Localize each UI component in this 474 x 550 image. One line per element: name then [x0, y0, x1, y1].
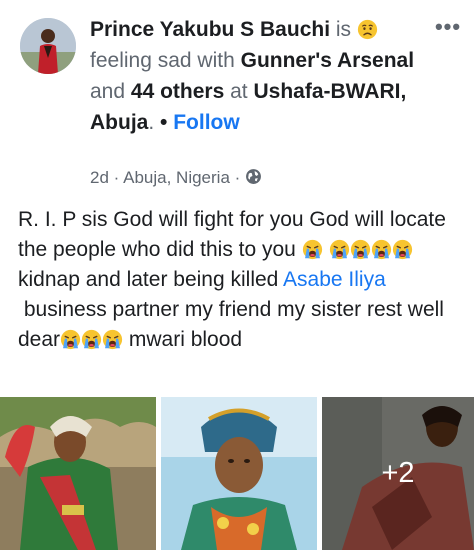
- post-meta: 2d · Abuja, Nigeria ·: [90, 166, 262, 190]
- loudly-crying-face-icon: [302, 239, 323, 260]
- feeling-text: feeling sad with: [90, 49, 235, 72]
- tagged-gunners-arsenal[interactable]: Gunner's Arsenal: [241, 49, 414, 72]
- loudly-crying-face-icon: [329, 239, 350, 260]
- more-photos-count: +2: [381, 457, 415, 489]
- photo-1[interactable]: [0, 397, 156, 550]
- mention-asabe-iliya[interactable]: Asabe Iliya: [283, 268, 386, 291]
- post-time[interactable]: 2d: [90, 168, 109, 187]
- photo-3[interactable]: +2: [322, 397, 474, 550]
- post-text-part4: mwari blood: [128, 328, 243, 351]
- post-place: Abuja, Nigeria: [123, 168, 230, 187]
- photo-grid: +2: [0, 397, 474, 550]
- more-options-label: •••: [434, 14, 462, 39]
- more-options-button[interactable]: •••: [432, 16, 464, 42]
- loudly-crying-face-icon: [81, 329, 102, 350]
- author-avatar[interactable]: [20, 18, 76, 74]
- post-body: R. I. P sis God will fight for you God w…: [18, 205, 458, 355]
- post-text-part2: kidnap and later being killed: [18, 268, 279, 291]
- more-photos-overlay[interactable]: +2: [322, 397, 474, 550]
- follow-button[interactable]: Follow: [173, 107, 240, 138]
- is-word: is: [335, 18, 352, 41]
- loudly-crying-face-icon: [392, 239, 413, 260]
- sad-face-icon: [357, 19, 378, 40]
- globe-icon[interactable]: [245, 168, 262, 185]
- bullet-separator: •: [160, 111, 168, 134]
- tagged-others-link[interactable]: 44 others: [131, 80, 224, 103]
- loudly-crying-face-icon: [371, 239, 392, 260]
- loudly-crying-face-icon: [102, 329, 123, 350]
- period: .: [148, 111, 155, 134]
- post-header: ••• Prince Yakubu S Bauchi is feeling sa…: [0, 0, 474, 200]
- post-title: Prince Yakubu S Bauchi is feeling sad wi…: [90, 14, 420, 138]
- author-name[interactable]: Prince Yakubu S Bauchi: [90, 18, 330, 41]
- loudly-crying-face-icon: [350, 239, 371, 260]
- and-word: and: [90, 80, 126, 103]
- at-word: at: [230, 80, 248, 103]
- photo-2[interactable]: [161, 397, 317, 550]
- meta-separator: ·: [113, 168, 120, 187]
- loudly-crying-face-icon: [60, 329, 81, 350]
- meta-separator: ·: [234, 168, 241, 187]
